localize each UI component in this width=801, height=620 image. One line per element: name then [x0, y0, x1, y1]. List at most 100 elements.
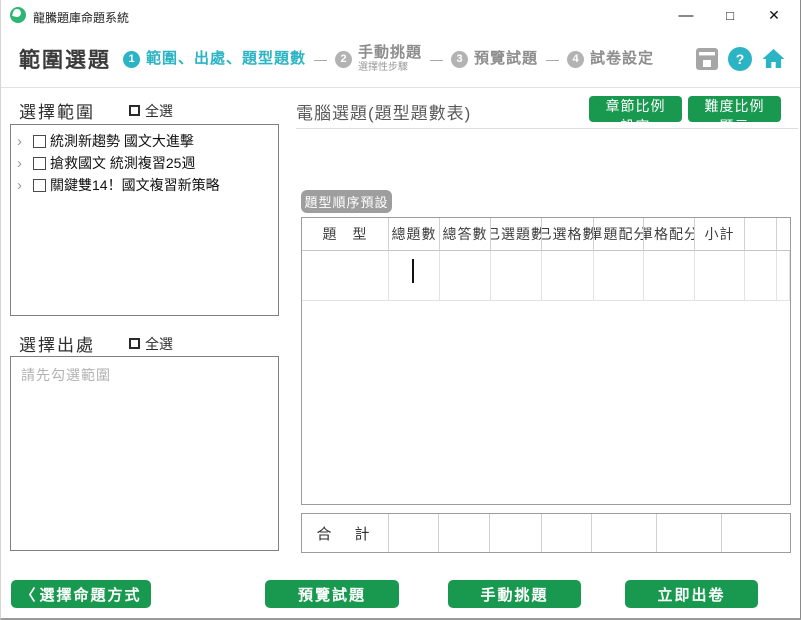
expand-chevron-icon[interactable]: › — [17, 178, 29, 193]
title-bar: 龍騰題庫命題系統 — □ ✕ — [1, 0, 800, 30]
source-select-all-label: 全選 — [145, 335, 173, 352]
table-body-cell[interactable] — [491, 251, 542, 301]
tree-item[interactable]: › 關鍵雙14！國文複習新策略 — [11, 174, 278, 196]
step-3[interactable]: 3 預覽試題 — [451, 49, 539, 68]
table-header-cell[interactable]: 總答數 — [440, 218, 491, 251]
chevron-left-icon: 〈 — [20, 586, 36, 604]
main-separator — [296, 128, 798, 129]
total-table: 合 計 — [301, 513, 791, 553]
table-body-row[interactable] — [302, 251, 790, 301]
table-body-cell[interactable] — [542, 251, 594, 301]
manual-pick-button[interactable]: 手動挑題 — [448, 580, 581, 608]
help-icon[interactable]: ? — [728, 46, 752, 71]
table-header-cell[interactable] — [745, 218, 777, 251]
table-body-cell[interactable] — [745, 251, 777, 301]
table-header-cell[interactable]: 已選格數 — [542, 218, 594, 251]
step-list: 1 範圍、出處、題型題數 — 2 手動挑題 選擇性步驟 — 3 預覽試題 — 4 試卷設定 — [123, 30, 654, 88]
total-row-cell[interactable] — [592, 514, 657, 552]
source-list-box: 請先勾選範圍 — [10, 356, 279, 551]
step-sublabel: 選擇性步驟 — [358, 61, 409, 73]
text-caret — [412, 259, 414, 283]
table-header-cell[interactable]: 單格配分 — [644, 218, 695, 251]
step-number-badge: 3 — [451, 50, 469, 68]
step-2[interactable]: 2 手動挑題 選擇性步驟 — [335, 45, 422, 73]
step-number-badge: 1 — [123, 50, 140, 68]
total-row-cell[interactable] — [439, 514, 490, 552]
range-panel-header: 選擇範圍 全選 — [19, 98, 173, 123]
table-body-cell[interactable] — [644, 251, 695, 301]
table-body-cell[interactable] — [440, 251, 491, 301]
step-separator: — — [314, 51, 328, 67]
table-header-cell[interactable]: 已選題數 — [491, 218, 542, 251]
range-tree: › 統測新趨勢 國文大進擊 › 搶救國文 統測複習25週 › 關鍵雙14！國文複習新策略 — [10, 124, 279, 316]
back-to-method-button[interactable]: 〈 選擇命題方式 — [11, 580, 151, 608]
step-navbar: 範圍選題 1 範圍、出處、題型題數 —2 手動挑題 選擇性步驟 —3 預覽試題 —4 試卷設定 … — [1, 30, 800, 88]
total-row: 合 計 — [302, 514, 790, 552]
source-panel-title: 選擇出處 — [19, 336, 95, 355]
tree-item-label: 搶救國文 統測複習25週 — [50, 155, 196, 171]
app-window: 龍騰題庫命題系統 — □ ✕ 範圍選題 1 範圍、出處、題型題數 —2 手動挑題 選擇性… — [0, 0, 801, 620]
table-header-cell[interactable]: 題 型 — [302, 218, 389, 251]
tree-item[interactable]: › 搶救國文 統測複習25週 — [11, 152, 278, 174]
table-body-cell[interactable] — [594, 251, 644, 301]
step-4[interactable]: 4 試卷設定 — [567, 49, 655, 68]
total-row-cell[interactable] — [389, 514, 439, 552]
table-header-cell[interactable]: 小計 — [695, 218, 745, 251]
main-panel-title: 電腦選題(題型題數表) — [296, 104, 472, 123]
expand-chevron-icon[interactable]: › — [17, 156, 29, 171]
chapter-ratio-button[interactable]: 章節比例設定 — [589, 96, 682, 134]
step-label: 預覽試題 — [474, 49, 539, 67]
app-logo-icon — [10, 7, 26, 23]
app-title: 龍騰題庫命題系統 — [33, 11, 130, 25]
step-number-badge: 4 — [567, 50, 585, 68]
total-row-cell[interactable] — [722, 514, 790, 552]
table-header-cell[interactable]: 總題數 — [389, 218, 440, 251]
preview-questions-button[interactable]: 預覽試題 — [265, 580, 399, 608]
step-1[interactable]: 1 範圍、出處、題型題數 — [123, 49, 307, 68]
range-panel-title: 選擇範圍 — [19, 103, 95, 122]
expand-chevron-icon[interactable]: › — [17, 134, 29, 149]
step-separator: — — [430, 51, 444, 67]
step-number-badge: 2 — [335, 50, 353, 68]
tree-item[interactable]: › 統測新趨勢 國文大進擊 — [11, 130, 278, 152]
back-button-label: 選擇命題方式 — [39, 586, 142, 604]
step-label: 試卷設定 — [590, 49, 655, 67]
difficulty-ratio-button[interactable]: 難度比例顯示 — [688, 96, 781, 134]
step-label: 手動挑題 — [358, 44, 423, 62]
nav-icons: ? — [694, 46, 786, 71]
table-body-cell[interactable] — [302, 251, 389, 301]
home-icon[interactable] — [761, 46, 786, 71]
source-panel-header: 選擇出處 全選 — [19, 331, 173, 356]
window-controls: — □ ✕ — [664, 0, 796, 30]
save-icon[interactable] — [694, 46, 719, 71]
source-placeholder: 請先勾選範圍 — [21, 367, 111, 383]
source-select-all-checkbox[interactable] — [129, 338, 140, 349]
total-row-cell[interactable] — [542, 514, 592, 552]
tree-item-checkbox[interactable] — [33, 178, 46, 192]
tree-item-label: 統測新趨勢 國文大進擊 — [50, 133, 194, 149]
generate-paper-button[interactable]: 立即出卷 — [625, 580, 758, 608]
table-header-row: 題 型總題數總答數已選題數已選格數單題配分單格配分小計 — [302, 218, 790, 251]
range-select-all[interactable]: 全選 — [129, 101, 173, 121]
source-select-all[interactable]: 全選 — [129, 334, 173, 354]
range-select-all-label: 全選 — [145, 102, 173, 119]
total-row-cell[interactable] — [490, 514, 542, 552]
tree-item-checkbox[interactable] — [33, 156, 46, 170]
range-select-all-checkbox[interactable] — [129, 105, 140, 116]
table-body-cell[interactable] — [695, 251, 745, 301]
table-header-cell[interactable]: 單題配分 — [594, 218, 644, 251]
close-button[interactable]: ✕ — [752, 0, 796, 30]
table-body-cell[interactable] — [389, 251, 440, 301]
table-body-cell[interactable] — [777, 251, 790, 301]
step-label: 範圍、出處、題型題數 — [146, 49, 307, 67]
tree-item-checkbox[interactable] — [33, 134, 46, 148]
table-header-cell[interactable] — [777, 218, 790, 251]
total-row-cell[interactable] — [657, 514, 722, 552]
tree-item-label: 關鍵雙14！國文複習新策略 — [50, 177, 220, 193]
total-row-cell[interactable]: 合 計 — [302, 514, 389, 552]
question-order-preset-button[interactable]: 題型順序預設 — [301, 190, 392, 213]
question-type-table: 題 型總題數總答數已選題數已選格數單題配分單格配分小計 — [301, 217, 791, 505]
minimize-button[interactable]: — — [664, 0, 708, 30]
maximize-button[interactable]: □ — [708, 0, 752, 30]
page-title: 範圍選題 — [19, 49, 111, 72]
